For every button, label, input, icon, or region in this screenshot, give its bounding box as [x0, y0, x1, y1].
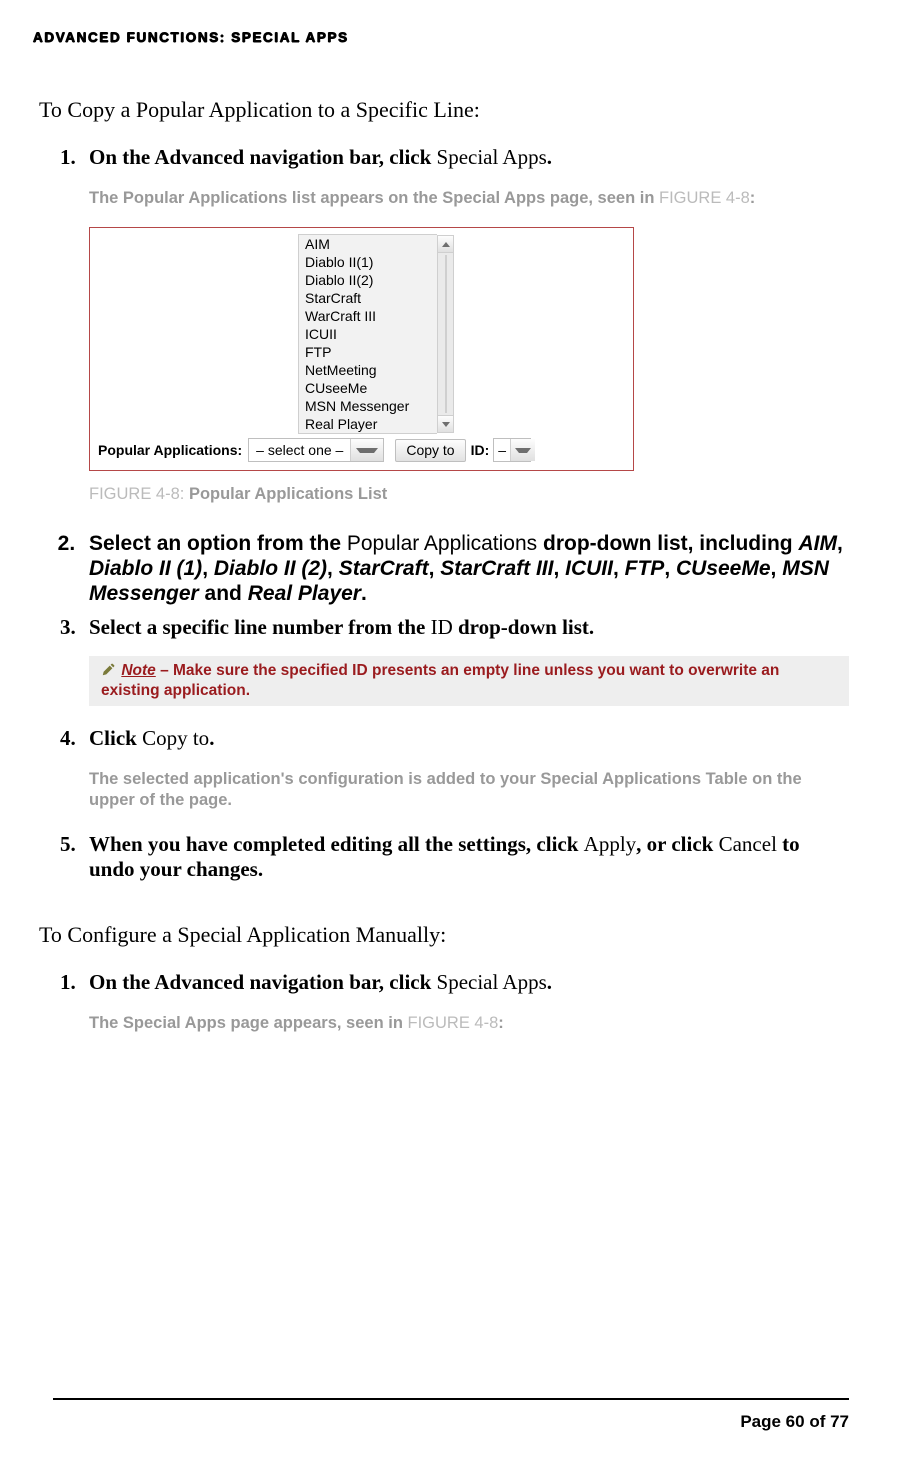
- stepA-5-a: Apply: [584, 832, 637, 856]
- app-diablo-1: Diablo II (1): [89, 557, 202, 580]
- figure-controls: Popular Applications: – select one – Cop…: [98, 438, 625, 462]
- figure-caption-text: Popular Applications List: [189, 485, 387, 503]
- list-item[interactable]: MSN Messenger: [299, 397, 437, 415]
- stepA-1-text: On the Advanced navigation bar, click Sp…: [89, 145, 552, 169]
- sep: ,: [613, 557, 625, 580]
- stepB-1: On the Advanced navigation bar, click Sp…: [81, 970, 849, 1034]
- section-b-lead: To Configure a Special Application Manua…: [39, 922, 849, 948]
- app-aim: AIM: [798, 532, 837, 555]
- list-item[interactable]: Diablo II(2): [299, 271, 437, 289]
- stepB-1-desc-figref: FIGURE 4-8: [408, 1014, 499, 1032]
- stepA-4-post: .: [209, 726, 214, 750]
- popular-apps-label: Popular Applications:: [98, 442, 242, 459]
- list-item[interactable]: StarCraft: [299, 289, 437, 307]
- list-item[interactable]: ICUII: [299, 325, 437, 343]
- stepA-1-pre: On the Advanced navigation bar, click: [89, 145, 437, 169]
- page-footer: Page 60 of 77: [53, 1398, 849, 1432]
- popular-apps-combo-value: – select one –: [249, 442, 350, 459]
- stepA-5-b: Cancel: [719, 832, 777, 856]
- stepA-3-mid: ID: [431, 615, 453, 639]
- list-item[interactable]: WarCraft III: [299, 307, 437, 325]
- list-item[interactable]: Real Player: [299, 415, 437, 433]
- stepA-2: Select an option from the Popular Applic…: [81, 531, 849, 607]
- app-starcraft3: StarCraft III: [440, 557, 553, 580]
- list-item[interactable]: CUseeMe: [299, 379, 437, 397]
- chevron-up-icon: [442, 242, 450, 247]
- figure-4-8: AIM Diablo II(1) Diablo II(2) StarCraft …: [89, 227, 634, 471]
- stepA-5-t1: When you have completed editing all the …: [89, 832, 584, 856]
- stepA-4-mid: Copy to: [142, 726, 209, 750]
- copy-to-button[interactable]: Copy to: [395, 439, 465, 462]
- id-combo[interactable]: –: [493, 438, 531, 462]
- app-realplayer: Real Player: [248, 582, 361, 605]
- id-label: ID:: [471, 442, 490, 459]
- pencil-icon: [101, 663, 115, 677]
- app-cuseeme: CUseeMe: [676, 557, 771, 580]
- chevron-down-icon: [356, 448, 378, 453]
- stepA-1: On the Advanced navigation bar, click Sp…: [81, 145, 849, 505]
- stepB-1-desc-post: :: [498, 1014, 504, 1032]
- sep: ,: [837, 532, 843, 555]
- sep: ,: [429, 557, 441, 580]
- note-box: Note – Make sure the specified ID presen…: [89, 656, 849, 706]
- stepB-1-desc-pre: The Special Apps page appears, seen in: [89, 1014, 408, 1032]
- id-combo-value: –: [494, 442, 510, 459]
- stepB-1-post: .: [547, 970, 552, 994]
- section-a-lead: To Copy a Popular Application to a Speci…: [39, 97, 849, 123]
- scroll-down-button[interactable]: [438, 415, 453, 432]
- chevron-down-icon: [442, 422, 450, 427]
- list-item[interactable]: FTP: [299, 343, 437, 361]
- stepA-1-desc-figref: FIGURE 4-8: [659, 189, 750, 207]
- stepA-5-t2: , or click: [636, 832, 718, 856]
- sep: and: [199, 582, 248, 605]
- running-header: ADVANCED FUNCTIONS: SPECIAL APPS: [33, 30, 849, 45]
- listbox-scrollbar[interactable]: [437, 235, 454, 433]
- app-icuii: ICUII: [565, 557, 613, 580]
- app-diablo-2: Diablo II (2): [214, 557, 327, 580]
- stepA-4: Click Copy to. The selected application'…: [81, 726, 849, 811]
- stepA-4-desc: The selected application's configuration…: [89, 769, 849, 811]
- stepA-1-link: Special Apps: [437, 145, 547, 169]
- stepA-3: Select a specific line number from the I…: [81, 615, 849, 706]
- stepB-1-pre: On the Advanced navigation bar, click: [89, 970, 437, 994]
- page-number: Page 60 of 77: [53, 1412, 849, 1432]
- stepA-2-end: .: [361, 582, 367, 605]
- id-combo-dropdown-button[interactable]: [510, 439, 535, 461]
- note-label: Note: [121, 662, 155, 679]
- note-dash: –: [156, 662, 173, 679]
- combo-dropdown-button[interactable]: [350, 439, 383, 461]
- list-item[interactable]: NetMeeting: [299, 361, 437, 379]
- popular-apps-combo[interactable]: – select one –: [248, 438, 384, 462]
- stepB-1-desc: The Special Apps page appears, seen in F…: [89, 1013, 849, 1034]
- sep: ,: [553, 557, 565, 580]
- stepA-2-pre: Select an option from the: [89, 532, 347, 555]
- stepA-3-pre: Select a specific line number from the: [89, 615, 431, 639]
- stepA-1-desc-post: :: [750, 189, 756, 207]
- popular-apps-listbox[interactable]: AIM Diablo II(1) Diablo II(2) StarCraft …: [298, 234, 437, 434]
- note-text: Make sure the specified ID presents an e…: [101, 662, 779, 699]
- sep: ,: [202, 557, 214, 580]
- stepA-3-post: drop-down list.: [453, 615, 594, 639]
- figure-caption: FIGURE 4-8: Popular Applications List: [89, 485, 849, 505]
- stepA-1-desc: The Popular Applications list appears on…: [89, 188, 849, 209]
- scroll-up-button[interactable]: [438, 236, 453, 253]
- stepA-4-pre: Click: [89, 726, 142, 750]
- sep: ,: [327, 557, 339, 580]
- sep: ,: [664, 557, 676, 580]
- footer-rule: [53, 1398, 849, 1400]
- app-starcraft: StarCraft: [339, 557, 429, 580]
- list-item[interactable]: Diablo II(1): [299, 253, 437, 271]
- stepA-1-desc-pre: The Popular Applications list appears on…: [89, 189, 659, 207]
- app-ftp: FTP: [625, 557, 665, 580]
- list-item[interactable]: AIM: [299, 235, 437, 253]
- chevron-down-icon: [515, 448, 531, 453]
- sep: ,: [771, 557, 783, 580]
- stepA-2-post: drop-down list, including: [537, 532, 798, 555]
- stepA-5: When you have completed editing all the …: [81, 832, 849, 882]
- figure-caption-label: FIGURE 4-8:: [89, 485, 189, 503]
- scroll-thumb[interactable]: [445, 255, 447, 413]
- stepB-1-link: Special Apps: [437, 970, 547, 994]
- stepA-2-mid: Popular Applications: [347, 532, 537, 555]
- stepA-1-post: .: [547, 145, 552, 169]
